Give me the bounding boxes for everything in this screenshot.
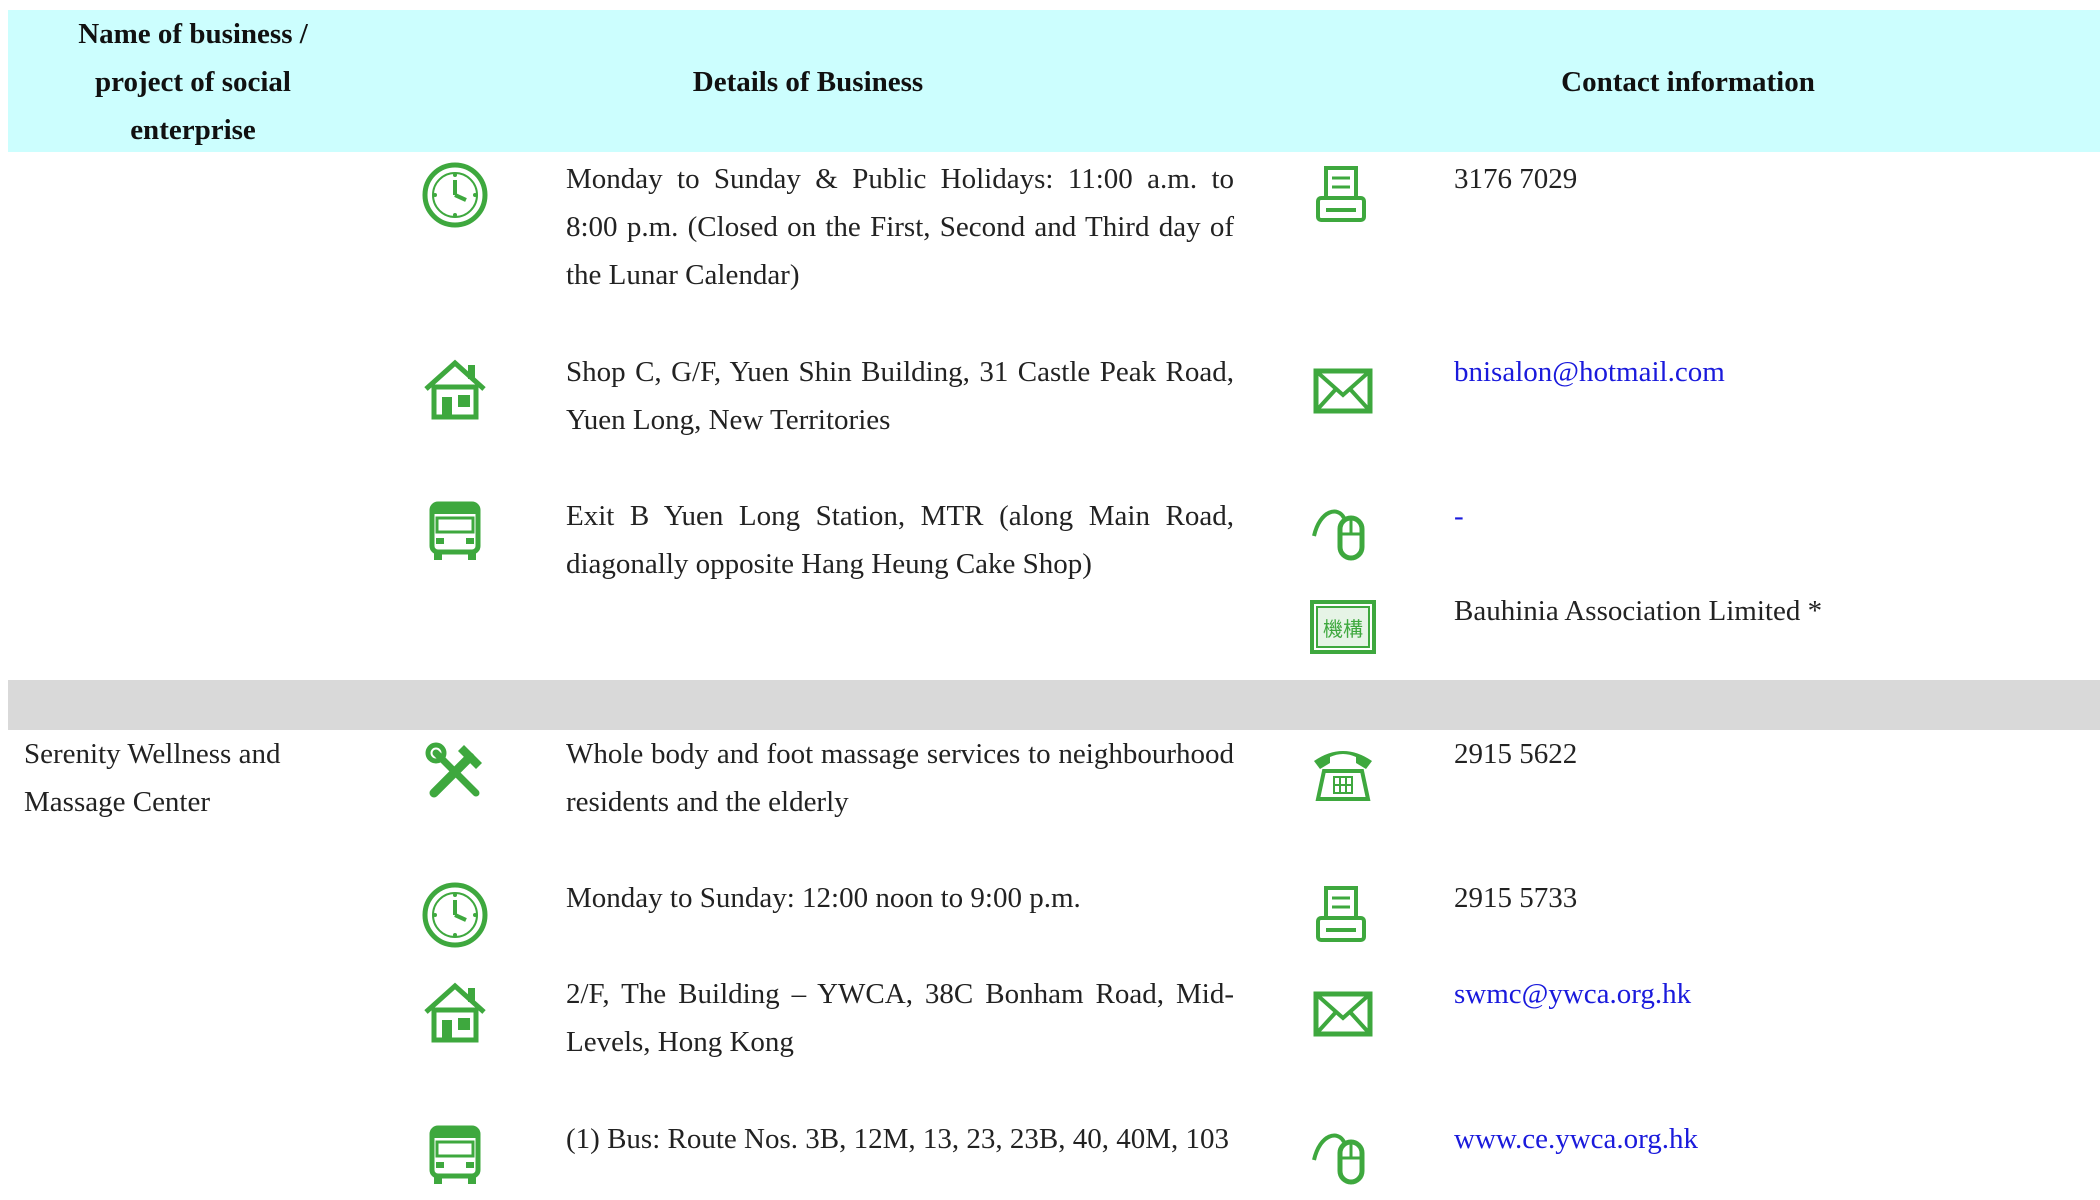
entry2-services: Whole body and foot massage services to … (566, 738, 1234, 818)
organisation-badge-text: 機構 (1323, 617, 1363, 641)
entry2-fax: 2915 5733 (1454, 882, 1578, 914)
fax-icon (1308, 160, 1378, 230)
header-business-name: Name of business / project of social ent… (78, 18, 308, 146)
entry1-transport: Exit B Yuen Long Station, MTR (along Mai… (566, 500, 1234, 580)
entry2-hours: Monday to Sunday: 12:00 noon to 9:00 p.m… (566, 882, 1081, 914)
mail-icon (1308, 355, 1378, 425)
header-contact: Contact information (1561, 66, 1815, 98)
bus-icon (420, 496, 490, 566)
fax-icon (1308, 880, 1378, 950)
entry1-hours: Monday to Sunday & Public Holidays: 11:0… (566, 163, 1234, 291)
entry2-website-link[interactable]: www.ce.ywca.org.hk (1454, 1115, 2054, 1163)
home-icon (420, 355, 490, 425)
tools-icon (420, 737, 490, 807)
entry2-address: 2/F, The Building – YWCA, 38C Bonham Roa… (566, 978, 1234, 1058)
entry1-email-link[interactable]: bnisalon@hotmail.com (1454, 348, 2054, 396)
entry2-transport: (1) Bus: Route Nos. 3B, 12M, 13, 23, 23B… (566, 1123, 1230, 1155)
bus-icon (420, 1120, 490, 1190)
entry2-email-link[interactable]: swmc@ywca.org.hk (1454, 970, 2054, 1018)
phone-icon (1308, 737, 1378, 807)
mouse-icon (1308, 1120, 1378, 1190)
clock-icon (420, 880, 490, 950)
entry1-fax: 3176 7029 (1454, 163, 1578, 195)
table-header: Name of business / project of social ent… (8, 10, 2100, 152)
home-icon (420, 978, 490, 1048)
entry1-address: Shop C, G/F, Yuen Shin Building, 31 Cast… (566, 356, 1234, 436)
entry2-phone: 2915 5622 (1454, 738, 1578, 770)
entry2-name: Serenity Wellness and Massage Center (24, 738, 281, 818)
entry1-organisation: Bauhinia Association Limited * (1454, 595, 1823, 627)
entry1-website-link[interactable]: - (1454, 492, 2054, 540)
mouse-icon (1308, 496, 1378, 566)
organisation-icon: 機構 (1308, 592, 1378, 662)
row-separator (8, 680, 2100, 730)
mail-icon (1308, 978, 1378, 1048)
clock-icon (420, 160, 490, 230)
header-details: Details of Business (692, 66, 924, 98)
